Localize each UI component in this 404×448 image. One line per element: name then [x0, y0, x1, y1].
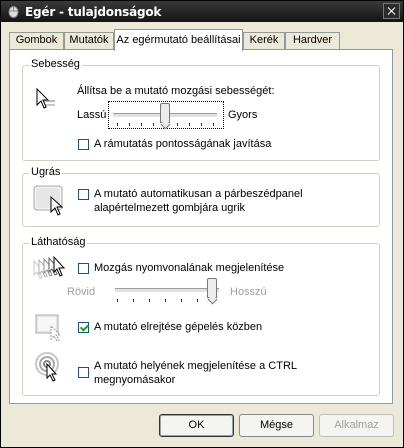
hide-pointer-icon — [35, 314, 62, 342]
tab-pointers[interactable]: Mutatók — [64, 32, 114, 49]
hide-while-typing-label[interactable]: A mutató elrejtése gépelés közben — [94, 321, 262, 333]
trails-tick — [197, 299, 198, 302]
trails-short-label: Rövid — [67, 286, 96, 298]
tab-buttons[interactable]: Gombok — [9, 32, 64, 49]
snap-checkbox[interactable] — [78, 189, 89, 200]
precision-checkbox[interactable] — [78, 139, 89, 150]
trails-slider-thumb[interactable] — [207, 278, 217, 298]
pointer-trails-icon — [33, 255, 66, 279]
speed-instruction: Állítsa be a mutató mozgási sebességét: — [77, 85, 275, 97]
snap-to-default-icon — [33, 185, 64, 216]
trails-long-label: Hosszú — [230, 286, 267, 298]
trails-tick — [117, 299, 118, 302]
mouse-icon — [8, 6, 19, 18]
speed-tick — [177, 123, 178, 126]
trails-tick — [165, 299, 166, 302]
speed-tick — [141, 123, 142, 126]
pointer-speed-icon — [36, 87, 55, 109]
ctrl-locate-checkbox[interactable] — [78, 367, 89, 378]
precision-label[interactable]: A rámutatás pontosságának javítása — [94, 138, 271, 150]
trails-slider[interactable] — [111, 278, 223, 306]
trails-slider-track — [115, 288, 219, 293]
trails-label[interactable]: Mozgás nyomvonalának megjelenítése — [94, 262, 284, 274]
speed-slider[interactable] — [108, 101, 224, 129]
speed-tick — [117, 123, 118, 126]
speed-tick — [213, 123, 214, 126]
snap-legend: Ugrás — [29, 166, 63, 178]
close-button[interactable] — [383, 3, 400, 19]
apply-button[interactable]: Alkalmaz — [319, 414, 394, 437]
mouse-properties-dialog: Egér - tulajdonságok Gombok Mutatók Az e… — [0, 0, 404, 448]
visibility-legend: Láthatóság — [29, 236, 88, 248]
trails-checkbox[interactable] — [78, 263, 89, 274]
trails-tick — [133, 299, 134, 302]
snap-label-line1[interactable]: A mutató automatikusan a párbeszédpanel — [94, 188, 303, 200]
ok-button[interactable]: OK — [159, 414, 234, 437]
tab-pointer-options[interactable]: Az egérmutató beállításai — [114, 29, 243, 51]
tab-wheel[interactable]: Kerék — [243, 32, 285, 49]
cancel-button[interactable]: Mégse — [239, 414, 314, 437]
tab-hardware[interactable]: Hardver — [285, 32, 340, 49]
ctrl-locate-label-line1[interactable]: A mutató helyének megjelenítése a CTRL — [94, 360, 297, 372]
hide-while-typing-checkbox[interactable] — [78, 322, 89, 333]
ctrl-locate-label-line2[interactable]: megnyomásakor — [94, 374, 175, 386]
title-bar[interactable]: Egér - tulajdonságok — [1, 1, 403, 22]
speed-tick — [201, 123, 202, 126]
window-title: Egér - tulajdonságok — [25, 5, 162, 19]
speed-tick — [153, 123, 154, 126]
speed-tick — [129, 123, 130, 126]
snap-group: Ugrás — [22, 166, 380, 227]
slow-label: Lassú — [77, 109, 107, 121]
trails-tick — [181, 299, 182, 302]
speed-tick — [189, 123, 190, 126]
snap-label-line2[interactable]: alapértelmezett gombjára ugrik — [94, 202, 245, 214]
trails-tick — [149, 299, 150, 302]
speed-legend: Sebesség — [29, 58, 82, 70]
locate-pointer-icon — [35, 352, 59, 382]
speed-slider-thumb[interactable] — [160, 103, 170, 123]
fast-label: Gyors — [228, 109, 258, 121]
